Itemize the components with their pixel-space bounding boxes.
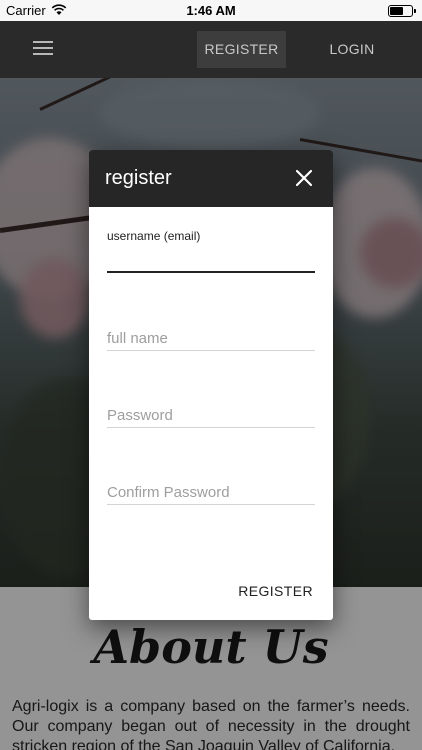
full-name-input[interactable] xyxy=(107,326,315,350)
username-underline xyxy=(107,271,315,273)
password-field xyxy=(107,403,315,428)
app-bar: REGISTER LOGIN xyxy=(0,21,422,78)
modal-title: register xyxy=(105,167,172,189)
nav-register-button[interactable]: REGISTER xyxy=(197,31,286,68)
close-icon[interactable] xyxy=(295,169,313,187)
status-bar: Carrier 1:46 AM xyxy=(0,0,422,21)
modal-header: register xyxy=(89,150,333,207)
confirm-password-underline xyxy=(107,504,315,505)
username-field: username (email) xyxy=(107,229,315,273)
confirm-password-field xyxy=(107,480,315,505)
battery-icon xyxy=(388,5,416,17)
clock-time: 1:46 AM xyxy=(186,3,236,18)
nav-login-button[interactable]: LOGIN xyxy=(324,31,380,68)
confirm-password-input[interactable] xyxy=(107,480,315,504)
username-label: username (email) xyxy=(107,229,201,243)
register-modal: register username (email) REGISTER xyxy=(89,150,333,620)
password-underline xyxy=(107,427,315,428)
full-name-underline xyxy=(107,350,315,351)
password-input[interactable] xyxy=(107,403,315,427)
hamburger-menu-icon[interactable] xyxy=(33,41,53,57)
register-submit-button[interactable]: REGISTER xyxy=(238,583,313,599)
username-input[interactable] xyxy=(107,243,315,271)
full-name-field xyxy=(107,326,315,351)
